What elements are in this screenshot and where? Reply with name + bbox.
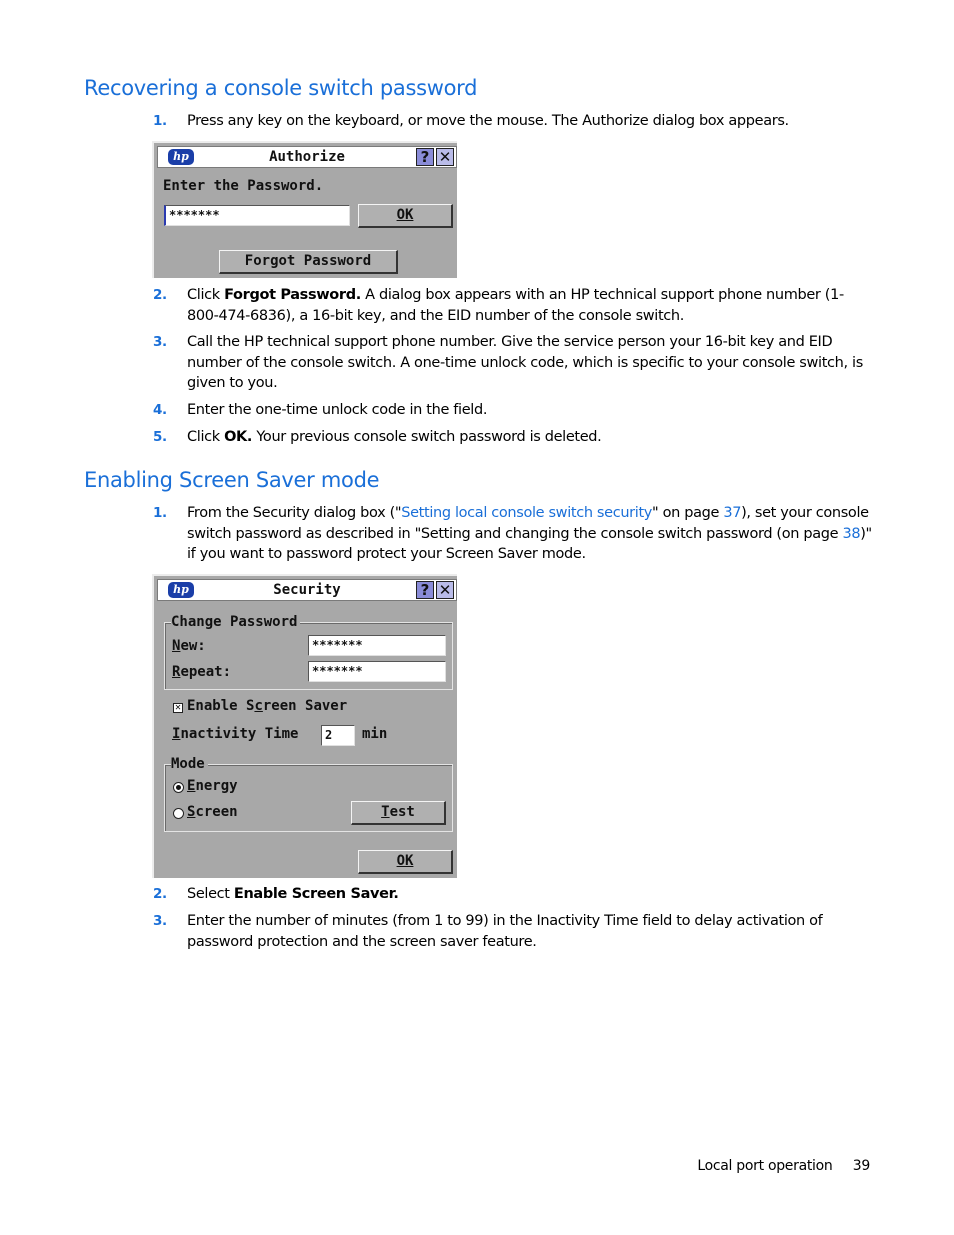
step-number: 3. (153, 334, 167, 350)
ok-button[interactable]: OK (358, 850, 453, 874)
step-1: 1. Press any key on the keyboard, or mov… (153, 111, 873, 132)
new-password-input[interactable]: ******* (308, 635, 446, 656)
section-heading-screen-saver: Enabling Screen Saver mode (84, 468, 380, 492)
step-5: 5. Click OK. Your previous console switc… (153, 427, 873, 448)
close-button[interactable]: ✕ (436, 581, 454, 599)
page-number: 39 (852, 1158, 871, 1174)
enable-screen-saver-label[interactable]: Enable Screen Saver (187, 698, 347, 714)
step-text: Click OK. Your previous console switch p… (187, 429, 602, 445)
change-password-group: Change Password New: ******* Repeat: ***… (164, 613, 453, 690)
password-prompt: Enter the Password. (163, 178, 324, 194)
link-page-38[interactable]: 38 (842, 526, 860, 542)
close-button[interactable]: ✕ (436, 148, 454, 166)
repeat-password-label: Repeat: (172, 664, 232, 680)
inactivity-time-label: Inactivity Time (172, 726, 299, 742)
security-dialog: hp Security ? ✕ Change Password New: ***… (152, 574, 457, 878)
step-text: Enter the one-time unlock code in the fi… (187, 402, 488, 418)
group-label: Mode (171, 755, 208, 773)
inactivity-time-input[interactable]: 2 (321, 725, 355, 746)
energy-label[interactable]: Energy (187, 778, 238, 794)
enable-screen-saver-checkbox[interactable]: ✕ (173, 703, 183, 713)
inactivity-unit: min (362, 726, 388, 742)
new-password-label: New: (172, 638, 206, 654)
help-button[interactable]: ? (416, 148, 434, 166)
help-button[interactable]: ? (416, 581, 434, 599)
step-number: 1. (153, 113, 167, 129)
authorize-dialog: hp Authorize ? ✕ Enter the Password. ***… (152, 141, 457, 278)
dialog-title: Authorize (269, 149, 345, 165)
step-number: 1. (153, 505, 167, 521)
screen-radio[interactable] (173, 808, 184, 819)
ok-button-label: OK (396, 207, 414, 223)
step-text: Enter the number of minutes (from 1 to 9… (187, 913, 823, 950)
screen-label[interactable]: Screen (187, 804, 238, 820)
step-number: 4. (153, 402, 167, 418)
step-3: 3. Enter the number of minutes (from 1 t… (153, 911, 873, 952)
dialog-titlebar: hp Security ? ✕ (157, 579, 457, 601)
link-page-37[interactable]: 37 (723, 505, 741, 521)
test-button[interactable]: Test (351, 801, 446, 825)
ok-button[interactable]: OK (358, 204, 453, 228)
forgot-password-label: Forgot Password (244, 253, 372, 269)
step-text: Click Forgot Password. A dialog box appe… (187, 287, 844, 324)
dialog-titlebar: hp Authorize ? ✕ (157, 146, 457, 168)
ok-button-label: OK (396, 853, 414, 869)
step-text: Select Enable Screen Saver. (187, 886, 399, 902)
password-input[interactable]: ******* (164, 205, 350, 226)
energy-radio[interactable] (173, 782, 184, 793)
mode-group: Mode Energy Screen Test (164, 755, 453, 832)
page-footer: Local port operation 39 (697, 1158, 870, 1174)
forgot-password-button[interactable]: Forgot Password (219, 250, 398, 274)
step-text: From the Security dialog box ("Setting l… (187, 505, 872, 562)
link-local-console-security[interactable]: Setting local console switch security (401, 505, 652, 521)
step-2: 2. Click Forgot Password. A dialog box a… (153, 285, 873, 326)
step-text: Call the HP technical support phone numb… (187, 334, 863, 391)
repeat-password-input[interactable]: ******* (308, 661, 446, 682)
step-3: 3. Call the HP technical support phone n… (153, 332, 873, 394)
step-text: Press any key on the keyboard, or move t… (187, 113, 789, 129)
footer-section-name: Local port operation (697, 1158, 833, 1174)
step-number: 3. (153, 913, 167, 929)
dialog-title: Security (273, 582, 341, 598)
section-heading-recover-password: Recovering a console switch password (84, 76, 478, 100)
group-label: Change Password (171, 613, 301, 631)
step-2: 2. Select Enable Screen Saver. (153, 884, 873, 905)
step-1: 1. From the Security dialog box ("Settin… (153, 503, 873, 565)
step-number: 5. (153, 429, 167, 445)
step-number: 2. (153, 287, 167, 303)
step-number: 2. (153, 886, 167, 902)
step-4: 4. Enter the one-time unlock code in the… (153, 400, 873, 421)
